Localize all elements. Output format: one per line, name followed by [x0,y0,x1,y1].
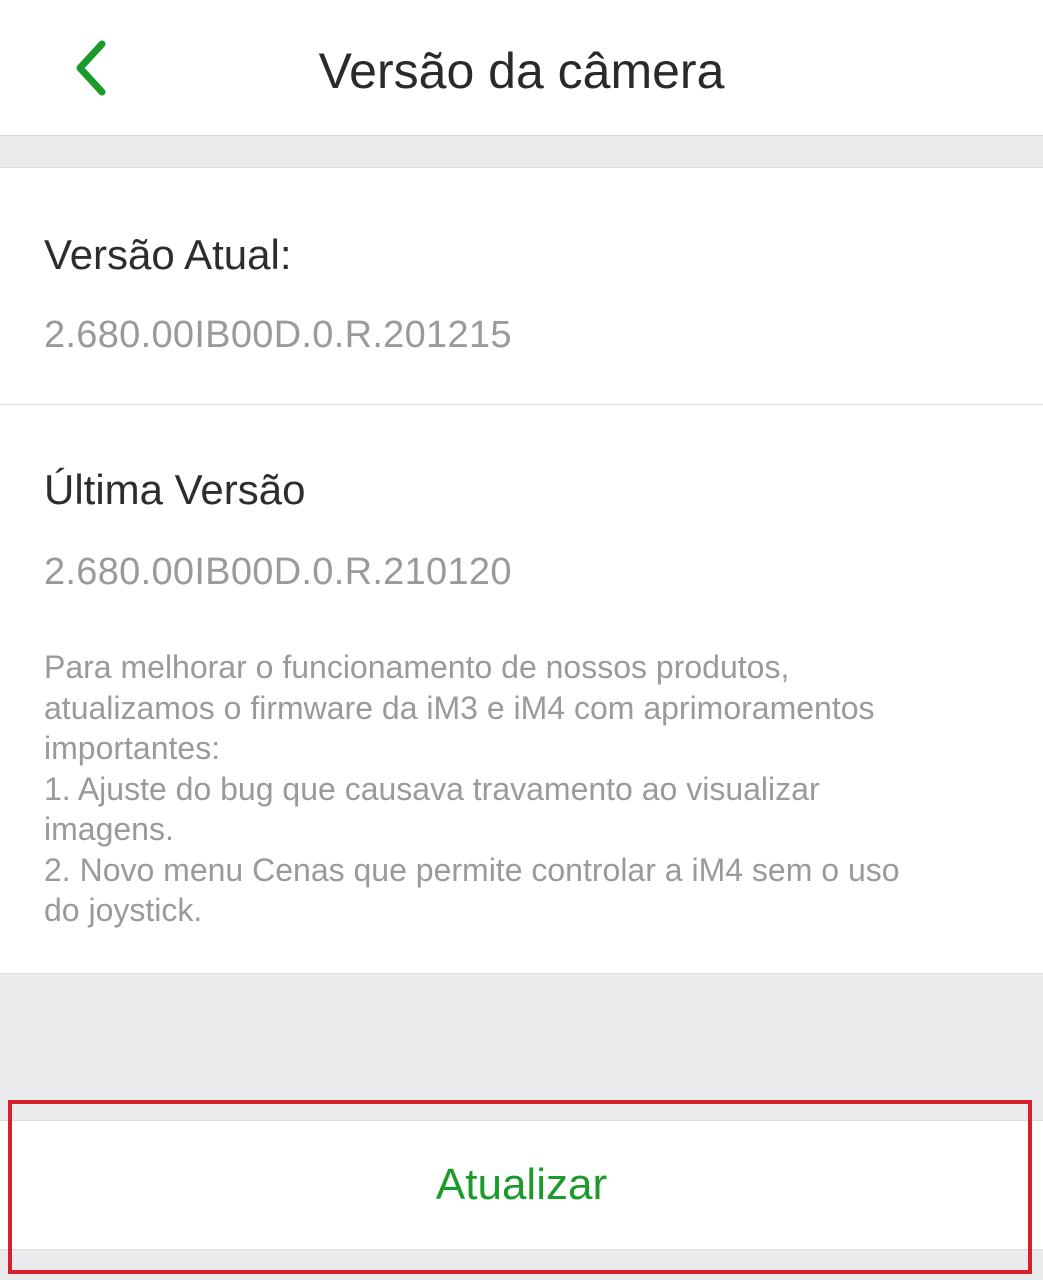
current-version-card: Versão Atual: 2.680.00IB00D.0.R.201215 [0,167,1043,405]
update-button[interactable]: Atualizar [0,1121,1043,1249]
latest-version-label: Última Versão [44,466,306,513]
current-version-label: Versão Atual: [44,231,292,278]
app-header: Versão da câmera [0,0,1043,136]
latest-version-value: 2.680.00IB00D.0.R.210120 [44,551,512,593]
update-bar: Atualizar [0,1120,1043,1250]
latest-version-card: Última Versão 2.680.00IB00D.0.R.210120 P… [0,404,1043,974]
release-notes: Para melhorar o funcionamento de nossos … [44,649,900,928]
page-title: Versão da câmera [318,43,725,99]
current-version-value: 2.680.00IB00D.0.R.201215 [44,314,512,356]
